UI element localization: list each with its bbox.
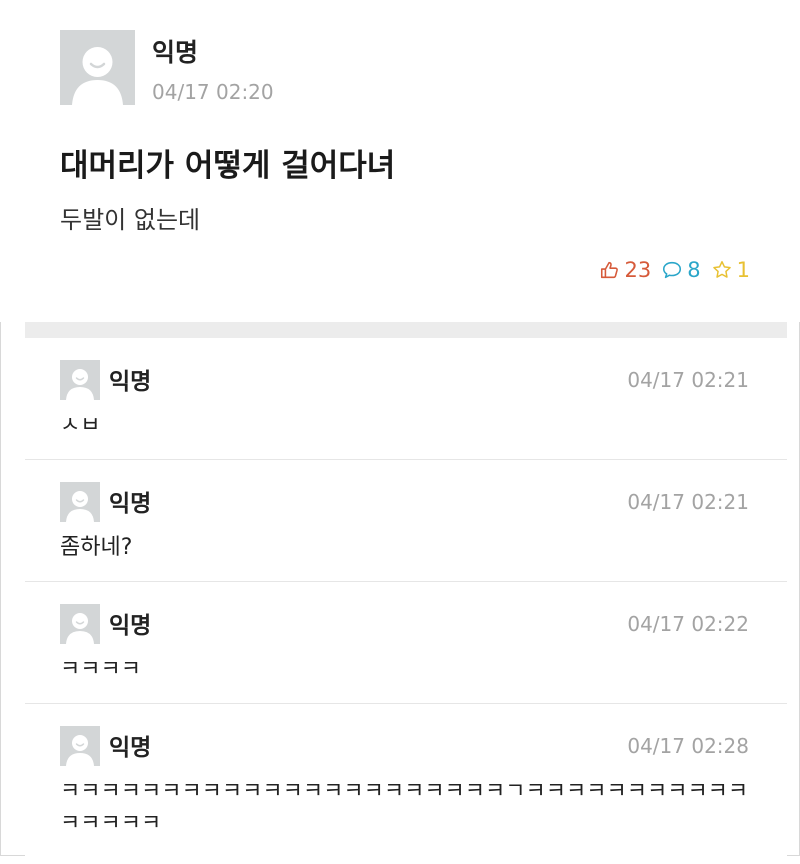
post-stats: 23 8 1 xyxy=(599,258,750,282)
scrap-count: 1 xyxy=(736,258,750,282)
comment-count-button[interactable]: 8 xyxy=(661,258,701,282)
comment-item: 익명 04/17 02:21 ㅅㅂ xyxy=(25,338,787,460)
post-timestamp: 04/17 02:20 xyxy=(152,80,274,104)
comment-author-name: 익명 xyxy=(109,369,152,395)
star-icon xyxy=(712,261,731,278)
comment-text: 좀하네? xyxy=(60,535,133,560)
comment-text: ㅋㅋㅋㅋ xyxy=(60,657,141,682)
speech-bubble-icon xyxy=(663,261,682,279)
section-divider xyxy=(25,322,787,338)
comment-author-name: 익명 xyxy=(109,491,152,517)
anonymous-avatar-icon xyxy=(60,604,100,644)
anonymous-avatar-icon xyxy=(60,482,100,522)
post: 익명 04/17 02:20 대머리가 어떻게 걸어다녀 두발이 없는데 23 … xyxy=(0,0,800,322)
thumbs-up-icon xyxy=(600,261,618,279)
comment-timestamp: 04/17 02:21 xyxy=(627,368,749,392)
comment-text: ㅅㅂ xyxy=(60,413,101,438)
comment-author-name: 익명 xyxy=(109,735,152,761)
comment-author-name: 익명 xyxy=(109,613,152,639)
comment-timestamp: 04/17 02:28 xyxy=(627,734,749,758)
comment-timestamp: 04/17 02:21 xyxy=(627,490,749,514)
comment-author-avatar[interactable] xyxy=(60,604,100,644)
comment-timestamp: 04/17 02:22 xyxy=(627,612,749,636)
comment-author-avatar[interactable] xyxy=(60,360,100,400)
comment-item: 익명 04/17 02:28 ㅋㅋㅋㅋㅋㅋㅋㅋㅋㅋㅋㅋㅋㅋㅋㅋㅋㅋㅋㅋㅋㅋㄱㅋㅋ… xyxy=(25,704,787,864)
comment-item: 익명 04/17 02:21 좀하네? xyxy=(25,460,787,582)
anonymous-avatar-icon xyxy=(60,360,100,400)
post-body: 두발이 없는데 xyxy=(60,206,201,234)
anonymous-avatar-icon xyxy=(60,30,135,105)
comment-list: 익명 04/17 02:21 ㅅㅂ 익명 04/17 02:21 좀하네? 익명 xyxy=(25,338,787,864)
comment-count: 8 xyxy=(687,258,701,282)
comment-item: 익명 04/17 02:22 ㅋㅋㅋㅋ xyxy=(25,582,787,704)
post-title: 대머리가 어떻게 걸어다녀 xyxy=(60,148,396,184)
anonymous-avatar-icon xyxy=(60,726,100,766)
like-button[interactable]: 23 xyxy=(599,258,652,282)
comment-author-avatar[interactable] xyxy=(60,726,100,766)
comment-text: ㅋㅋㅋㅋㅋㅋㅋㅋㅋㅋㅋㅋㅋㅋㅋㅋㅋㅋㅋㅋㅋㅋㄱㅋㅋㅋㅋㅋㅋㅋㅋㅋㅋㅋㅋㅋㅋㅋㅋ xyxy=(60,779,749,836)
post-author-avatar[interactable] xyxy=(60,30,135,105)
scrap-button[interactable]: 1 xyxy=(711,258,750,282)
post-author-name: 익명 xyxy=(152,38,199,67)
like-count: 23 xyxy=(624,258,652,282)
comment-author-avatar[interactable] xyxy=(60,482,100,522)
